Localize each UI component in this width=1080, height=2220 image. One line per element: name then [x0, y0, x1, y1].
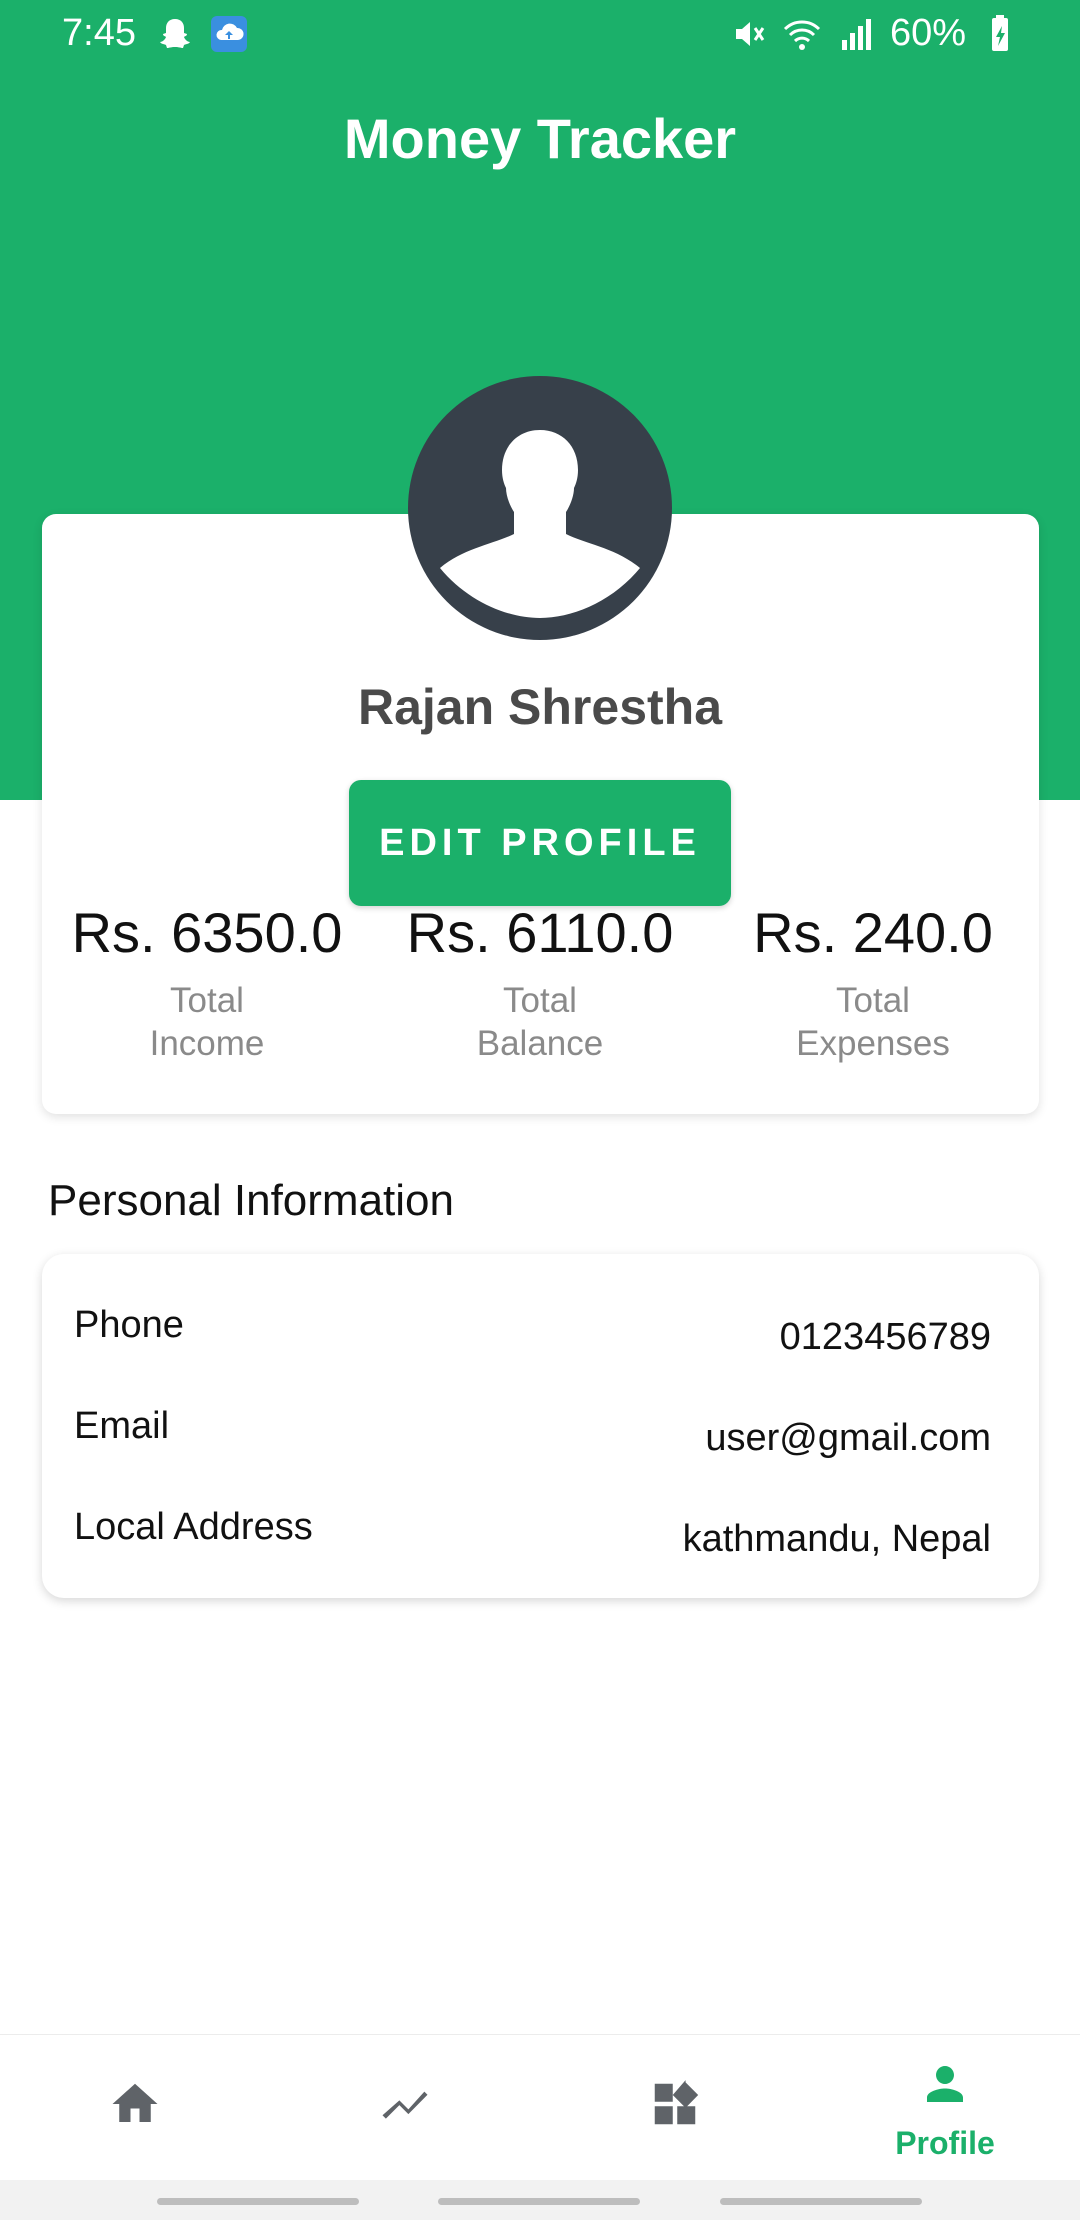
info-label: Email — [74, 1405, 170, 1447]
stat-label: Total Expenses — [708, 979, 1038, 1065]
edit-profile-button[interactable]: EDIT PROFILE — [349, 780, 731, 906]
stat-label-line: Balance — [476, 1024, 604, 1063]
status-time: 7:45 — [62, 12, 136, 54]
person-icon — [927, 2066, 963, 2102]
cloud-upload-icon — [211, 16, 247, 52]
battery-percent: 60% — [889, 12, 966, 54]
profile-name: Rajan Shrestha — [357, 679, 722, 735]
avatar[interactable] — [408, 376, 672, 640]
home-icon — [112, 2083, 158, 2122]
dashboard-icon — [654, 2080, 699, 2125]
app-title: Money Tracker — [343, 107, 737, 170]
info-row-local-address: Local Address kathmandu, Nepal — [74, 1506, 991, 1586]
section-title-personal-information: Personal Information — [48, 1176, 454, 1225]
stat-total-expenses: Rs. 240.0 Total Expenses — [708, 900, 1038, 1065]
stats-row: Rs. 6350.0 Total Income Rs. 6110.0 Total… — [42, 900, 1039, 1080]
info-label: Phone — [74, 1304, 184, 1346]
signal-icon — [841, 18, 871, 50]
mute-icon — [735, 21, 765, 46]
trending-icon — [382, 2091, 428, 2119]
stat-label: Total Income — [42, 979, 372, 1065]
stat-label: Total Balance — [375, 979, 705, 1065]
nav-label-profile: Profile — [895, 2125, 995, 2161]
stat-value: Rs. 6110.0 — [406, 901, 674, 964]
stat-value: Rs. 240.0 — [753, 901, 993, 964]
gesture-pill[interactable] — [720, 2198, 922, 2205]
nav-item-trends[interactable] — [270, 2035, 540, 2181]
info-value: kathmandu, Nepal — [682, 1518, 991, 1560]
stat-label-line: Total — [836, 981, 910, 1020]
gesture-pill[interactable] — [438, 2198, 640, 2205]
stat-label-line: Total — [170, 981, 244, 1020]
nav-item-profile[interactable]: Profile — [810, 2035, 1080, 2181]
stat-total-income: Rs. 6350.0 Total Income — [42, 900, 372, 1065]
status-bar: 7:45 60% — [0, 0, 1080, 66]
info-value: user@gmail.com — [705, 1417, 991, 1459]
stat-label-line: Income — [149, 1024, 265, 1063]
stat-value: Rs. 6350.0 — [71, 901, 343, 964]
nav-item-dashboard[interactable] — [540, 2035, 810, 2181]
battery-icon — [992, 14, 1008, 51]
info-row-phone: Phone 0123456789 — [74, 1304, 991, 1384]
stat-label-line: Expenses — [796, 1024, 950, 1063]
bottom-nav: Profile — [0, 2034, 1080, 2180]
stat-label-line: Total — [503, 981, 577, 1020]
personal-info-card: Phone 0123456789 Email user@gmail.com Lo… — [42, 1254, 1039, 1598]
snapchat-icon — [160, 19, 190, 48]
wifi-icon — [783, 19, 820, 50]
stat-total-balance: Rs. 6110.0 Total Balance — [375, 900, 705, 1065]
gesture-pill[interactable] — [157, 2198, 359, 2205]
info-label: Local Address — [74, 1506, 313, 1548]
info-row-email: Email user@gmail.com — [74, 1405, 991, 1485]
gesture-bar — [0, 2180, 1080, 2220]
info-value: 0123456789 — [779, 1316, 991, 1358]
nav-item-home[interactable] — [0, 2035, 270, 2181]
person-silhouette-icon — [440, 430, 640, 618]
